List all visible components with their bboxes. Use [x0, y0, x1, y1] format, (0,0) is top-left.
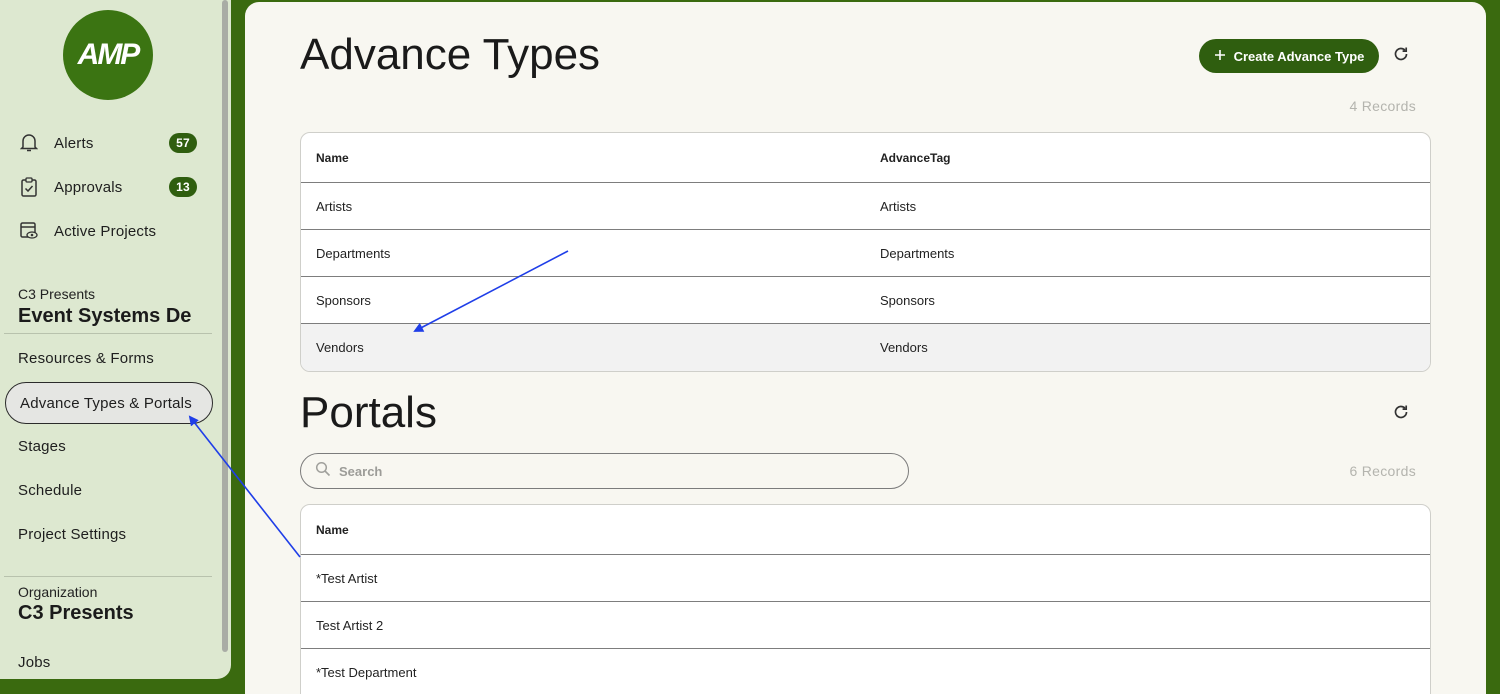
nav-active-projects-label: Active Projects — [54, 222, 157, 240]
cell-advancetag: Artists — [880, 198, 917, 214]
main-content: Advance Types Create Advance Type 4 Reco… — [245, 2, 1486, 694]
column-header-name[interactable]: Name — [301, 523, 349, 537]
alerts-count-badge: 57 — [169, 133, 197, 153]
bell-icon — [18, 132, 40, 154]
organization-name: C3 Presents — [18, 602, 134, 624]
table-row[interactable]: *Test Artist — [301, 555, 1430, 602]
sidebar-divider — [4, 333, 212, 334]
table-header-row: Name AdvanceTag — [301, 133, 1430, 183]
table-row[interactable]: Departments Departments — [301, 230, 1430, 277]
refresh-icon[interactable] — [1390, 401, 1412, 423]
cell-name: Departments — [316, 245, 391, 261]
search-input[interactable] — [339, 463, 879, 479]
nav-alerts-label: Alerts — [54, 134, 94, 152]
search-icon — [315, 461, 331, 482]
nav-active-projects[interactable]: Active Projects — [18, 216, 208, 246]
portals-record-count: 6 Records — [1349, 463, 1416, 479]
nav-approvals-label: Approvals — [54, 178, 123, 196]
nav-stages[interactable]: Stages — [18, 438, 66, 455]
project-org-label: C3 Presents — [18, 286, 96, 302]
cell-advancetag: Vendors — [880, 340, 928, 355]
nav-advance-types-portals-label: Advance Types & Portals — [20, 394, 192, 412]
sidebar: AMP Alerts 57 Approvals 13 Active Projec… — [0, 0, 231, 679]
refresh-icon[interactable] — [1390, 43, 1412, 65]
cell-name: *Test Artist — [316, 570, 378, 586]
advance-types-title: Advance Types — [300, 30, 601, 79]
table-row[interactable]: Sponsors Sponsors — [301, 277, 1430, 324]
cell-name: Sponsors — [316, 292, 371, 308]
create-advance-type-button[interactable]: Create Advance Type — [1199, 39, 1379, 73]
logo-text: AMP — [77, 38, 141, 71]
project-name: Event Systems De — [18, 305, 192, 327]
cell-name: Vendors — [316, 340, 364, 355]
column-header-name[interactable]: Name — [301, 151, 865, 165]
clipboard-check-icon — [18, 176, 40, 198]
nav-approvals[interactable]: Approvals 13 — [18, 172, 208, 202]
table-header-row: Name — [301, 505, 1430, 555]
column-header-advancetag[interactable]: AdvanceTag — [865, 151, 950, 165]
nav-project-settings[interactable]: Project Settings — [18, 526, 126, 543]
cell-advancetag: Sponsors — [880, 292, 935, 308]
sidebar-scrollbar[interactable] — [222, 0, 228, 652]
approvals-count-badge: 13 — [169, 177, 197, 197]
nav-advance-types-portals[interactable]: Advance Types & Portals — [5, 382, 213, 424]
plus-icon — [1214, 49, 1226, 64]
nav-jobs[interactable]: Jobs — [18, 654, 51, 671]
portals-table: Name *Test Artist Test Artist 2 *Test De… — [300, 504, 1431, 694]
nav-alerts[interactable]: Alerts 57 — [18, 128, 208, 158]
table-row[interactable]: Artists Artists — [301, 183, 1430, 230]
calendar-eye-icon — [18, 220, 40, 242]
portals-search[interactable] — [300, 453, 909, 489]
cell-name: Test Artist 2 — [316, 617, 384, 633]
table-row[interactable]: Vendors Vendors — [301, 324, 1430, 371]
cell-advancetag: Departments — [880, 245, 955, 261]
table-row[interactable]: *Test Department — [301, 649, 1430, 694]
table-row[interactable]: Test Artist 2 — [301, 602, 1430, 649]
portals-title: Portals — [300, 388, 437, 437]
cell-name: Artists — [316, 198, 353, 214]
organization-label: Organization — [18, 584, 98, 600]
sidebar-divider — [4, 576, 212, 577]
nav-schedule[interactable]: Schedule — [18, 482, 82, 499]
advance-types-record-count: 4 Records — [1349, 98, 1416, 114]
create-advance-type-label: Create Advance Type — [1233, 48, 1365, 64]
nav-resources-forms[interactable]: Resources & Forms — [18, 350, 154, 367]
cell-name: *Test Department — [316, 664, 417, 680]
amp-logo[interactable]: AMP — [63, 10, 153, 100]
advance-types-table: Name AdvanceTag Artists Artists Departme… — [300, 132, 1431, 372]
